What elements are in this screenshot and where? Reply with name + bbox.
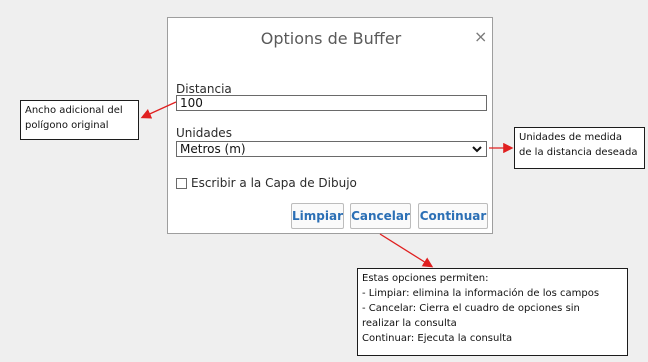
arrow-ancho xyxy=(140,101,177,119)
annotation-arrows xyxy=(140,101,514,268)
arrow-opciones xyxy=(379,233,434,268)
